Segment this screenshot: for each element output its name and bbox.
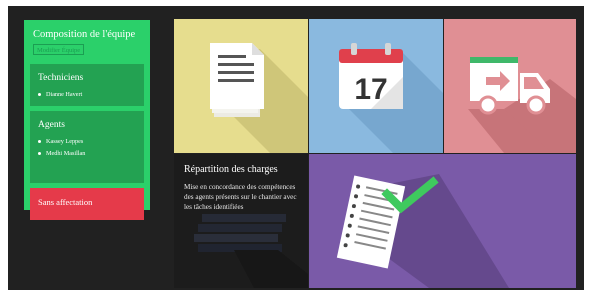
group-technicians[interactable]: Techniciens Dianne Havert — [30, 64, 144, 106]
member-item[interactable]: Medhi Masillan — [38, 148, 85, 160]
panel-title: Composition de l'équipe — [33, 29, 136, 40]
tile-description: Mise en concordance des compétences des … — [184, 183, 297, 211]
edit-team-button[interactable]: Modifier Équipe — [33, 44, 85, 55]
group-title: Techniciens — [38, 73, 84, 83]
group-unassigned[interactable]: Sans affectation — [30, 188, 144, 220]
checklist-icon — [336, 174, 509, 288]
tile-repartition[interactable]: Répartition des charges Mise en concorda… — [174, 154, 308, 288]
calendar-day: 17 — [354, 73, 387, 106]
group-title: Agents — [38, 120, 65, 130]
document-stack-icon — [210, 43, 308, 153]
tile-documents[interactable] — [174, 19, 308, 153]
truck-icon — [468, 57, 576, 153]
member-item[interactable]: Kassey Leppes — [38, 136, 85, 148]
team-composition-panel: Composition de l'équipe Modifier Équipe … — [24, 20, 150, 220]
tile-delivery[interactable] — [444, 19, 576, 153]
calendar-icon: 17 — [339, 43, 443, 153]
tile-tasks[interactable] — [309, 154, 576, 288]
tile-calendar[interactable]: 17 — [309, 19, 443, 153]
group-title: Sans affectation — [38, 197, 93, 207]
group-agents[interactable]: Agents Kassey Leppes Medhi Masillan — [30, 111, 144, 183]
tile-title: Répartition des charges — [184, 164, 278, 175]
member-list: Dianne Havert — [38, 89, 82, 101]
member-item[interactable]: Dianne Havert — [38, 89, 82, 101]
member-list: Kassey Leppes Medhi Masillan — [38, 136, 85, 160]
